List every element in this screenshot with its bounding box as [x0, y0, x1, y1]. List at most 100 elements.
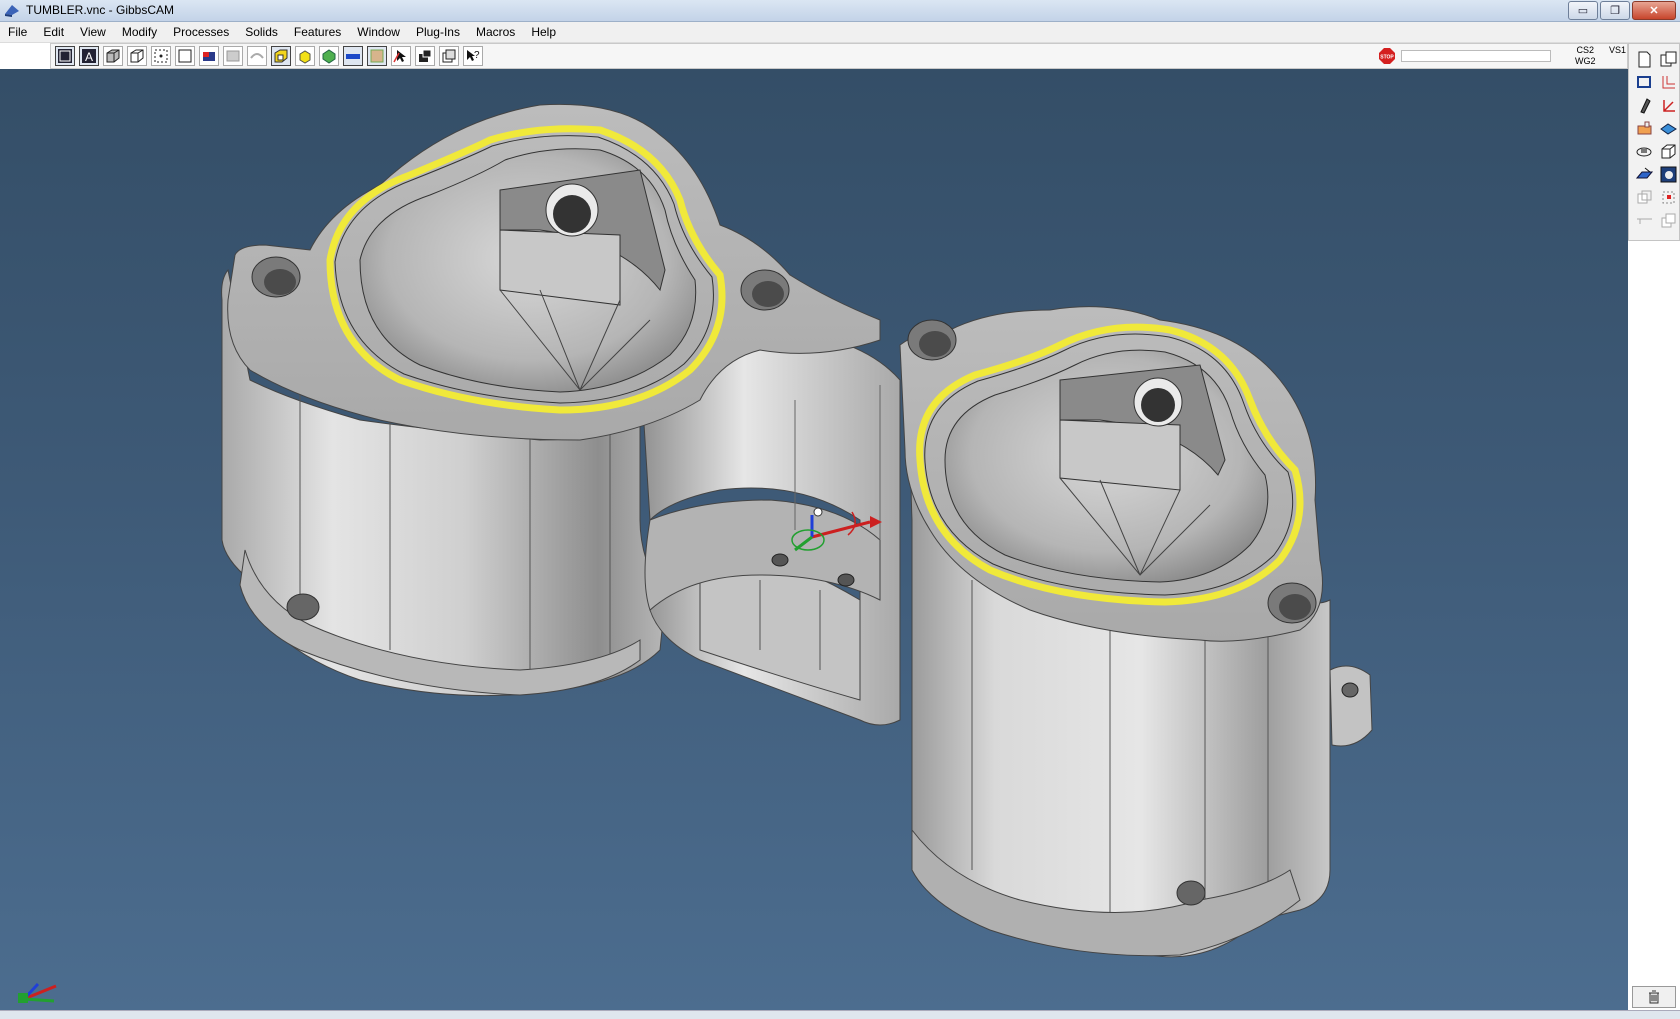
red-cap-icon — [203, 52, 215, 61]
side-tab — [1329, 665, 1373, 747]
beige-solid-icon — [370, 49, 384, 63]
stop-icon[interactable]: STOP — [1378, 47, 1396, 65]
yellow-box-button[interactable] — [271, 46, 291, 66]
wireframe-view-icon — [58, 49, 72, 63]
shelf-hole-2 — [837, 573, 855, 587]
shaded-box-button[interactable] — [103, 46, 123, 66]
stack-button[interactable] — [415, 46, 435, 66]
pen-button[interactable] — [1633, 94, 1655, 116]
progress-bar — [1401, 50, 1551, 62]
copy-button[interactable] — [439, 46, 459, 66]
menu-file[interactable]: File — [0, 22, 35, 42]
hidden-line-box-button[interactable] — [127, 46, 147, 66]
trash-button[interactable] — [1632, 986, 1676, 1008]
red-cap-button[interactable] — [199, 46, 219, 66]
grey-line-icon — [1636, 218, 1652, 224]
blue-parallelogram-button[interactable] — [1633, 163, 1655, 185]
yellow-box-icon — [274, 49, 288, 63]
yellow-cube-icon — [299, 50, 311, 64]
orange-tool-icon — [1637, 121, 1651, 134]
view-status: VS1 — [1609, 45, 1627, 55]
grey-line-button[interactable] — [1633, 209, 1655, 231]
svg-text:A: A — [85, 50, 93, 64]
view-triad-icon[interactable] — [14, 974, 64, 1004]
box-outline-button[interactable] — [1657, 140, 1679, 162]
close-icon: ✕ — [1649, 5, 1659, 17]
restore-button[interactable]: ❐ — [1600, 1, 1630, 20]
menu-edit[interactable]: Edit — [35, 22, 72, 42]
point-select-icon — [154, 49, 168, 63]
disabled-shape-icon — [226, 50, 240, 62]
shelf-hole-1 — [771, 553, 789, 567]
red-select-icon — [1662, 191, 1674, 203]
rectangle-select-icon — [1636, 75, 1651, 88]
minimize-button[interactable]: ▭ — [1568, 1, 1598, 20]
close-button[interactable]: ✕ — [1632, 1, 1676, 20]
menu-processes[interactable]: Processes — [165, 22, 237, 42]
grey-copy-icon — [1637, 190, 1651, 203]
disabled-shape-button[interactable] — [223, 46, 243, 66]
axis-red-icon — [1662, 99, 1675, 112]
green-solid-icon — [322, 49, 336, 64]
menu-macros[interactable]: Macros — [468, 22, 523, 42]
green-solid-button[interactable] — [319, 46, 339, 66]
window-title: TUMBLER.vnc - GibbsCAM — [26, 3, 175, 17]
svg-text:?: ? — [474, 50, 480, 61]
title-bar: TUMBLER.vnc - GibbsCAM ▭ ❐ ✕ — [0, 0, 1680, 22]
main-toolbar: A ? STOP CS2 WG2 VS1 — [50, 43, 1628, 69]
pen-icon — [1639, 97, 1651, 114]
tumbler-part-model[interactable] — [0, 69, 1628, 1010]
select-arrow-button[interactable] — [391, 46, 411, 66]
orange-tool-button[interactable] — [1633, 117, 1655, 139]
text-tool-icon: A — [82, 49, 96, 64]
new-document-button[interactable] — [1633, 48, 1655, 70]
beige-solid-button[interactable] — [367, 46, 387, 66]
axis-red-button[interactable] — [1657, 94, 1679, 116]
menu-modify[interactable]: Modify — [114, 22, 165, 42]
menu-plug-ins[interactable]: Plug-Ins — [408, 22, 468, 42]
svg-text:STOP: STOP — [1380, 55, 1394, 61]
toolpath-blue-button[interactable] — [343, 46, 363, 66]
yellow-cube-button[interactable] — [295, 46, 315, 66]
menu-window[interactable]: Window — [349, 22, 408, 42]
menu-help[interactable]: Help — [523, 22, 564, 42]
red-select-button[interactable] — [1657, 186, 1679, 208]
copy-icon — [442, 49, 456, 63]
cs-label: CS2 — [1576, 45, 1595, 55]
menu-view[interactable]: View — [72, 22, 114, 42]
help-cursor-button[interactable]: ? — [463, 46, 483, 66]
menu-features[interactable]: Features — [286, 22, 349, 42]
disabled-arc-button[interactable] — [247, 46, 267, 66]
axis-pair-button[interactable] — [1657, 71, 1679, 93]
disabled-arc-icon — [250, 53, 264, 59]
right-panel-area — [1628, 241, 1680, 1018]
stack-icon — [419, 49, 432, 62]
restore-icon: ❐ — [1610, 5, 1620, 17]
grey-copy-button[interactable] — [1633, 186, 1655, 208]
windows-button[interactable] — [1657, 48, 1679, 70]
wg-label: WG2 — [1575, 56, 1596, 66]
grey-stack-icon — [1661, 213, 1675, 227]
tool-palette — [1628, 43, 1680, 241]
new-document-icon — [1638, 51, 1650, 67]
rectangle-button[interactable] — [175, 46, 195, 66]
menu-solids[interactable]: Solids — [237, 22, 286, 42]
point-select-button[interactable] — [151, 46, 171, 66]
blue-plane-button[interactable] — [1657, 117, 1679, 139]
toolpath-blue-icon — [346, 54, 360, 59]
hidden-line-box-icon — [130, 49, 144, 63]
menu-bar: File Edit View Modify Processes Solids F… — [0, 22, 1680, 43]
rotate-view-button[interactable] — [1633, 140, 1655, 162]
cad-viewport[interactable] — [0, 69, 1628, 1010]
grey-stack-button[interactable] — [1657, 209, 1679, 231]
gibbscam-app-icon[interactable] — [4, 3, 20, 17]
rectangle-select-button[interactable] — [1633, 71, 1655, 93]
blue-plane-icon — [1659, 122, 1677, 135]
rotate-view-icon — [1636, 147, 1651, 156]
select-arrow-icon — [393, 50, 406, 63]
help-cursor-icon: ? — [467, 50, 480, 61]
shaded-box-icon — [106, 49, 120, 63]
wireframe-view-button[interactable] — [55, 46, 75, 66]
render-button[interactable] — [1657, 163, 1679, 185]
text-tool-button[interactable]: A — [79, 46, 99, 66]
